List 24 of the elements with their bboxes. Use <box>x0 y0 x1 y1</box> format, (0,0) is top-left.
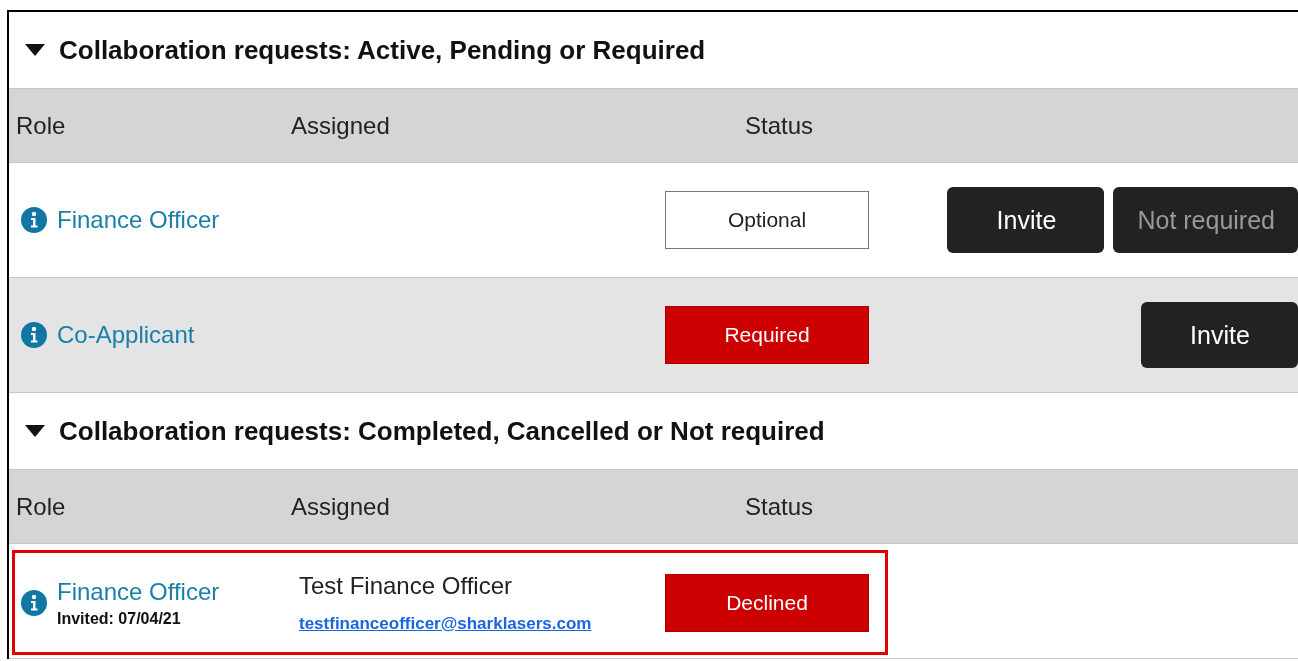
role-link[interactable]: Finance Officer <box>57 206 220 234</box>
caret-icon[interactable] <box>25 425 45 437</box>
role-link[interactable]: Co-Applicant <box>57 321 195 349</box>
column-header: Role <box>15 111 67 140</box>
status-badge: Declined <box>665 573 869 632</box>
role-link[interactable]: Finance Officer <box>57 577 220 606</box>
status-badge: Required <box>665 306 869 364</box>
column-header: Status <box>743 492 814 521</box>
assignee-name: Test Finance Officer <box>299 571 513 600</box>
section-title: Collaboration requests: Active, Pending or Required <box>59 34 706 66</box>
column-header: Assigned <box>291 111 391 140</box>
action-button[interactable]: Invite <box>1141 302 1298 368</box>
status-badge: Optional <box>665 191 869 249</box>
action-button[interactable]: Invite <box>947 187 1105 253</box>
column-header: Role <box>15 492 67 521</box>
caret-icon[interactable] <box>25 44 45 56</box>
invited-date: Invited: 07/04/21 <box>57 609 182 628</box>
column-header: Status <box>743 111 814 140</box>
email-link[interactable]: testfinanceofficer@sharklasers.com <box>299 613 665 634</box>
section-title: Collaboration requests: Completed, Cancelled or Not required <box>59 415 825 447</box>
info-icon[interactable] <box>21 589 47 616</box>
info-icon[interactable] <box>21 322 47 348</box>
info-icon[interactable] <box>21 207 47 233</box>
column-header: Assigned <box>291 492 391 521</box>
